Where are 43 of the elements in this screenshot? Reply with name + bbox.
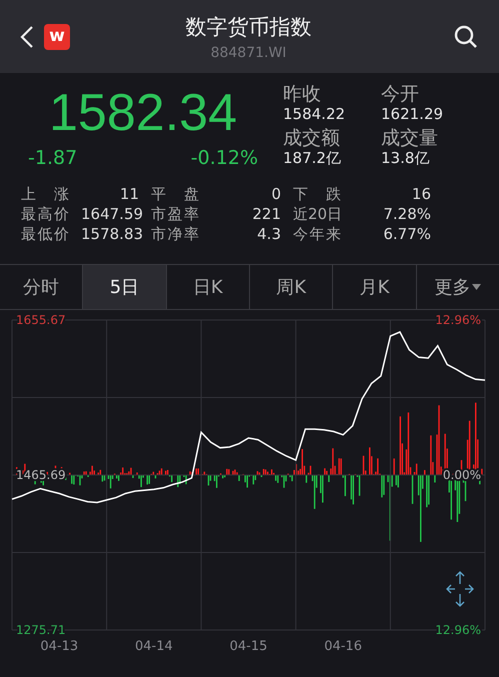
price-scale-label: 1465.69 [16,468,66,482]
stat-label: 最高价 [21,205,69,224]
date-label: 04-16 [324,639,362,654]
percent-scale-label: 12.96% [435,313,481,327]
price-scale-label: 1275.71 [16,623,66,637]
expand-icon[interactable] [446,571,474,607]
date-label: 04-15 [230,639,268,654]
detail-value: 1621.29 [381,105,444,123]
index-code: 884871.WI [210,44,286,60]
stat-label: 今年来 [293,225,341,244]
search-icon[interactable] [453,24,479,50]
stat-value: 0 [270,185,281,204]
detail-label: 成交量 [381,127,439,149]
stat-value: 7.28% [382,205,431,224]
stat-value: 16 [410,185,431,204]
stat-value: 4.3 [256,225,281,244]
stat-label: 近20日 [293,205,341,224]
detail-label: 今开 [381,83,420,105]
stat-label: 上 涨 [21,185,69,204]
detail-value: 187.2亿 [283,149,342,167]
stat-value: 6.77% [382,225,431,244]
date-label: 04-14 [135,639,173,654]
detail-value: 1584.22 [283,105,346,123]
page-title: 数字货币指数 [186,14,312,40]
date-label: 04-13 [40,639,78,654]
stat-value: 11 [118,185,139,204]
price-scale-label: 1655.67 [16,313,66,327]
current-price: 1582.34 [48,83,238,143]
detail-value: 13.8亿 [381,149,430,167]
stat-label: 平 盘 [151,185,199,204]
back-icon[interactable] [20,24,34,48]
percent-change: -0.12% [190,147,258,169]
detail-label: 成交额 [283,127,341,149]
chart-tab[interactable]: 5日 [83,265,167,309]
stat-label: 市盈率 [151,205,199,224]
stat-label: 最低价 [21,225,69,244]
percent-scale-label: 12.96% [435,623,481,637]
app-logo: w [44,24,70,50]
price-change: -1.87 [28,147,78,169]
stat-label: 市净率 [151,225,199,244]
stat-value: 221 [251,205,281,224]
stat-label: 下 跌 [293,185,341,204]
detail-label: 昨收 [283,83,322,105]
